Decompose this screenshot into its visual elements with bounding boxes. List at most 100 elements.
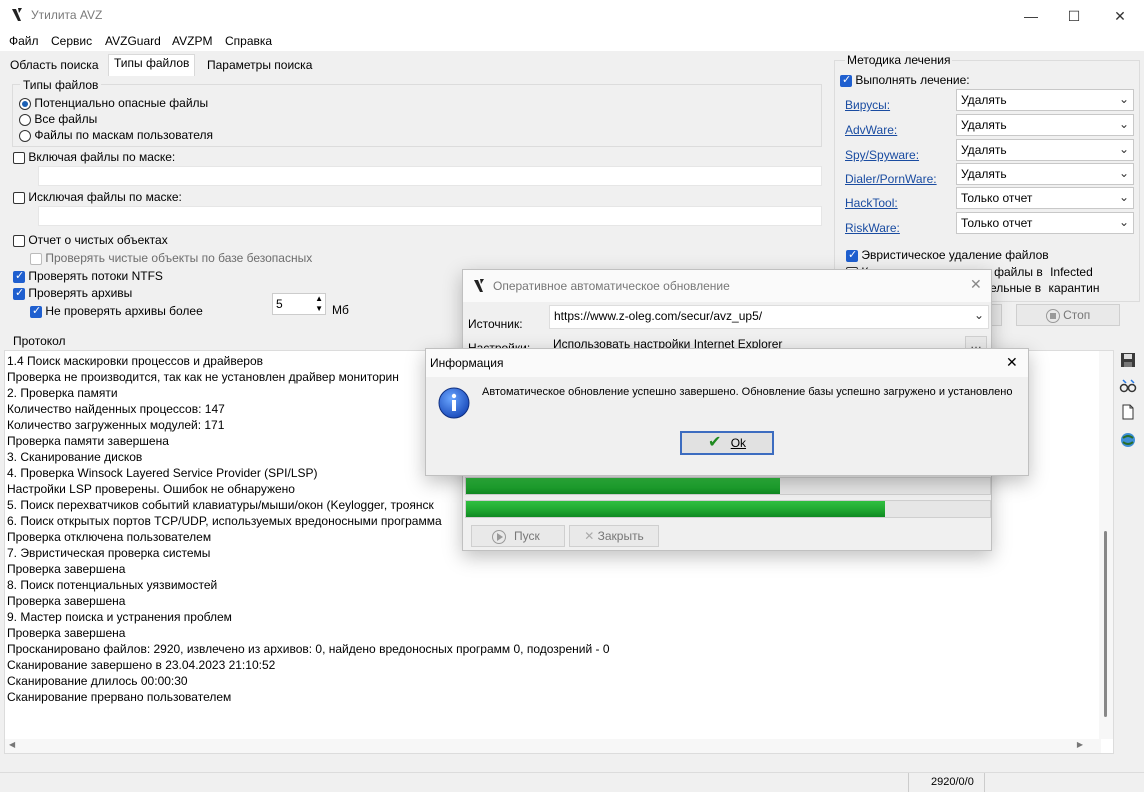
quarantine-text: ельные в карантин bbox=[990, 281, 1100, 295]
include-mask-checkbox[interactable] bbox=[13, 151, 25, 164]
link-advware[interactable]: AdvWare: bbox=[845, 123, 897, 137]
skip-archives-option[interactable]: Не проверять архивы более bbox=[30, 304, 203, 318]
archive-size-value: 5 bbox=[276, 297, 283, 311]
menu-file[interactable]: Файл bbox=[9, 34, 39, 48]
vertical-scrollbar[interactable] bbox=[1099, 351, 1113, 739]
menu-bar: Файл Сервис AVZGuard AVZPM Справка bbox=[0, 31, 1144, 51]
log-line: 5. Поиск перехватчиков событий клавиатур… bbox=[7, 498, 434, 512]
select-dialer[interactable]: Удалять ⌄ bbox=[956, 163, 1134, 185]
ok-button[interactable]: ✔ Ok bbox=[680, 431, 774, 455]
document-icon[interactable] bbox=[1119, 403, 1137, 421]
archives-option[interactable]: Проверять архивы bbox=[13, 286, 132, 300]
log-line: 7. Эвристическая проверка системы bbox=[7, 546, 211, 560]
include-mask-input[interactable] bbox=[38, 166, 822, 186]
select-advware[interactable]: Удалять ⌄ bbox=[956, 114, 1134, 136]
close-x-icon: ✕ bbox=[584, 529, 595, 543]
chevron-down-icon: ⌄ bbox=[1118, 190, 1129, 204]
select-viruses[interactable]: Удалять ⌄ bbox=[956, 89, 1134, 111]
ntfs-option[interactable]: Проверять потоки NTFS bbox=[13, 269, 163, 283]
tab-file-types[interactable]: Типы файлов bbox=[108, 54, 196, 76]
status-divider bbox=[984, 773, 985, 792]
link-viruses[interactable]: Вирусы: bbox=[845, 98, 890, 112]
spin-up-icon[interactable]: ▲ bbox=[315, 294, 323, 303]
ntfs-checkbox[interactable] bbox=[13, 269, 25, 283]
scroll-left-icon[interactable]: ◀ bbox=[9, 740, 15, 749]
progress-bar-1 bbox=[465, 477, 991, 495]
archive-size-stepper[interactable]: 5 ▲ ▼ bbox=[272, 293, 326, 315]
radio-all-files[interactable]: Все файлы bbox=[19, 112, 97, 126]
menu-avzpm[interactable]: AVZPM bbox=[172, 34, 212, 48]
include-mask-label: Включая файлы по маске: bbox=[28, 150, 176, 164]
avz-logo-icon bbox=[474, 279, 484, 292]
start-button[interactable]: Пуск bbox=[471, 525, 565, 547]
link-spyware[interactable]: Spy/Spyware: bbox=[845, 148, 919, 162]
status-bar: 2920/0/0 bbox=[0, 772, 1144, 792]
ntfs-label: Проверять потоки NTFS bbox=[28, 269, 163, 283]
close-icon[interactable]: ✕ bbox=[1097, 4, 1143, 28]
log-line: Просканировано файлов: 2920, извлечено и… bbox=[7, 642, 610, 656]
exclude-mask-label: Исключая файлы по маске: bbox=[28, 190, 182, 204]
menu-avzguard[interactable]: AVZGuard bbox=[105, 34, 161, 48]
log-line: 9. Мастер поиска и устранения проблем bbox=[7, 610, 232, 624]
log-line: 8. Поиск потенциальных уязвимостей bbox=[7, 578, 218, 592]
select-hacktool-value: Только отчет bbox=[961, 191, 1033, 205]
close-button-label: Закрыть bbox=[597, 529, 644, 543]
select-hacktool[interactable]: Только отчет ⌄ bbox=[956, 187, 1134, 209]
check-clean-safe-option[interactable]: Проверять чистые объекты по базе безопас… bbox=[30, 251, 312, 265]
update-dialog-title: Оперативное автоматическое обновление bbox=[493, 279, 730, 293]
progress-fill-1 bbox=[466, 478, 781, 494]
scroll-right-icon[interactable]: ▶ bbox=[1077, 740, 1083, 749]
check-clean-safe-label: Проверять чистые объекты по базе безопас… bbox=[45, 251, 313, 265]
log-line: 2. Проверка памяти bbox=[7, 386, 118, 400]
spin-down-icon[interactable]: ▼ bbox=[315, 304, 323, 313]
log-line: Проверка памяти завершена bbox=[7, 434, 169, 448]
save-icon[interactable] bbox=[1119, 351, 1137, 369]
menu-help[interactable]: Справка bbox=[225, 34, 272, 48]
tab-search-params[interactable]: Параметры поиска bbox=[202, 57, 317, 76]
radio-button[interactable] bbox=[19, 97, 31, 110]
heuristic-delete-option[interactable]: Эвристическое удаление файлов bbox=[846, 248, 1049, 262]
close-button[interactable]: ✕ Закрыть bbox=[569, 525, 659, 547]
archive-size-unit: Мб bbox=[332, 303, 349, 317]
glasses-icon[interactable] bbox=[1119, 377, 1137, 395]
link-dialer[interactable]: Dialer/PornWare: bbox=[845, 172, 937, 186]
exclude-mask-checkbox[interactable] bbox=[13, 191, 25, 204]
infected-folder: Infected bbox=[1050, 265, 1093, 279]
close-icon[interactable]: ✕ bbox=[970, 276, 982, 293]
chevron-down-icon: ⌄ bbox=[1118, 92, 1129, 106]
stop-button[interactable]: Стоп bbox=[1016, 304, 1120, 326]
close-icon[interactable]: ✕ bbox=[1006, 354, 1018, 371]
link-riskware[interactable]: RiskWare: bbox=[845, 221, 900, 235]
perform-treatment-checkbox[interactable] bbox=[840, 73, 852, 87]
perform-treatment-option[interactable]: Выполнять лечение: bbox=[840, 73, 970, 87]
radio-button[interactable] bbox=[19, 113, 31, 126]
skip-archives-checkbox[interactable] bbox=[30, 304, 42, 318]
exclude-mask-option[interactable]: Исключая файлы по маске: bbox=[13, 190, 182, 204]
report-clean-label: Отчет о чистых объектах bbox=[28, 233, 168, 247]
include-mask-option[interactable]: Включая файлы по маске: bbox=[13, 150, 175, 164]
select-spyware[interactable]: Удалять ⌄ bbox=[956, 139, 1134, 161]
source-select[interactable]: https://www.z-oleg.com/secur/avz_up5/ ⌄ bbox=[549, 305, 989, 329]
stop-icon bbox=[1045, 308, 1060, 323]
log-line: Проверка отключена пользователем bbox=[7, 530, 212, 544]
horizontal-scrollbar[interactable]: ◀ ▶ bbox=[5, 739, 1101, 753]
minimize-icon[interactable]: — bbox=[1008, 4, 1054, 28]
radio-dangerous-label: Потенциально опасные файлы bbox=[34, 96, 209, 110]
radio-dangerous-files[interactable]: Потенциально опасные файлы bbox=[19, 96, 208, 110]
heuristic-delete-checkbox[interactable] bbox=[846, 248, 858, 262]
report-clean-option[interactable]: Отчет о чистых объектах bbox=[13, 233, 168, 247]
check-clean-safe-checkbox[interactable] bbox=[30, 252, 42, 265]
tab-search-area[interactable]: Область поиска bbox=[5, 57, 104, 76]
scroll-thumb[interactable] bbox=[1104, 531, 1107, 717]
select-riskware[interactable]: Только отчет ⌄ bbox=[956, 212, 1134, 234]
menu-service[interactable]: Сервис bbox=[51, 34, 92, 48]
globe-icon[interactable] bbox=[1119, 431, 1137, 449]
report-clean-checkbox[interactable] bbox=[13, 234, 25, 247]
radio-user-mask-files[interactable]: Файлы по маскам пользователя bbox=[19, 128, 213, 142]
archives-checkbox[interactable] bbox=[13, 286, 25, 300]
exclude-mask-input[interactable] bbox=[38, 206, 822, 226]
info-dialog-titlebar: Информация ✕ bbox=[426, 349, 1028, 377]
maximize-icon[interactable]: ☐ bbox=[1051, 4, 1097, 28]
link-hacktool[interactable]: HackTool: bbox=[845, 196, 898, 210]
radio-button[interactable] bbox=[19, 129, 31, 142]
